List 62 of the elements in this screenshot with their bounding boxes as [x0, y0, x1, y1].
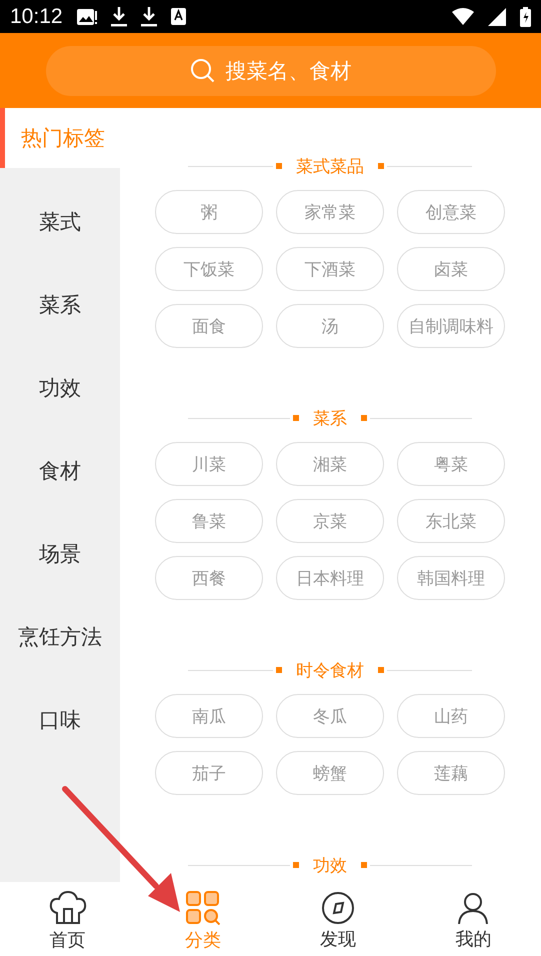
bullet-icon	[378, 667, 384, 673]
chef-hat-icon	[48, 890, 88, 924]
tag-chip[interactable]: 家常菜	[276, 190, 384, 234]
bullet-icon	[276, 667, 282, 673]
tag-chip[interactable]: 螃蟹	[276, 751, 384, 795]
sidebar-item[interactable]: 场景	[0, 512, 120, 595]
image-icon	[76, 8, 97, 26]
bullet-icon	[378, 163, 384, 169]
tag-chip[interactable]: 茄子	[155, 751, 263, 795]
tag-chip[interactable]: 粤菜	[397, 442, 505, 486]
person-icon	[457, 892, 490, 924]
search-field[interactable]: 搜菜名、食材	[46, 46, 496, 96]
tag-chip[interactable]: 山药	[397, 694, 505, 738]
keyboard-icon	[170, 8, 186, 25]
tag-chip[interactable]: 下饭菜	[155, 247, 263, 291]
download-icon	[140, 6, 157, 26]
tag-chip[interactable]: 湘菜	[276, 442, 384, 486]
section-title: 时令食材	[295, 660, 365, 682]
download-icon	[110, 6, 127, 26]
compass-icon	[322, 892, 354, 924]
tag-chip[interactable]: 鲁菜	[155, 499, 263, 543]
tag-chip[interactable]: 冬瓜	[276, 694, 384, 738]
nav-tab[interactable]: 首页	[0, 882, 136, 956]
section-title: 菜系	[312, 408, 348, 430]
tag-chip[interactable]: 京菜	[276, 499, 384, 543]
bullet-icon	[361, 862, 367, 868]
sidebar-item[interactable]: 口味	[0, 678, 120, 761]
search-icon	[190, 58, 216, 84]
tag-chip[interactable]: 面食	[155, 304, 263, 348]
tag-chip[interactable]: 莲藕	[397, 751, 505, 795]
tag-chip[interactable]: 下酒菜	[276, 247, 384, 291]
tag-chip[interactable]: 卤菜	[397, 247, 505, 291]
bullet-icon	[361, 415, 367, 421]
bullet-icon	[293, 415, 299, 421]
bullet-icon	[293, 862, 299, 868]
section-title: 菜式菜品	[295, 156, 365, 178]
sidebar-item[interactable]: 热门标签	[0, 108, 120, 168]
tag-chip[interactable]: 日本料理	[276, 556, 384, 600]
battery-icon	[520, 6, 531, 26]
nav-tab[interactable]: 发现	[270, 882, 406, 956]
section-title: 功效	[312, 854, 348, 876]
bullet-icon	[276, 163, 282, 169]
grid-search-icon	[186, 890, 220, 924]
tag-chip[interactable]: 西餐	[155, 556, 263, 600]
tag-chip[interactable]: 粥	[155, 190, 263, 234]
sidebar-item[interactable]: 菜系	[0, 263, 120, 346]
nav-tab[interactable]: 我的	[406, 882, 541, 956]
nav-tab[interactable]: 分类	[135, 882, 270, 956]
signal-icon	[488, 8, 506, 26]
sidebar-item[interactable]: 食材	[0, 429, 120, 512]
sidebar-item[interactable]: 菜式	[0, 180, 120, 263]
tag-chip[interactable]: 川菜	[155, 442, 263, 486]
tag-chip[interactable]: 东北菜	[397, 499, 505, 543]
tag-chip[interactable]: 韩国料理	[397, 556, 505, 600]
tag-chip[interactable]: 南瓜	[155, 694, 263, 738]
status-time: 10:12	[10, 4, 63, 28]
tag-chip[interactable]: 汤	[276, 304, 384, 348]
tag-chip[interactable]: 自制调味料	[397, 304, 505, 348]
sidebar-item[interactable]: 功效	[0, 346, 120, 429]
wifi-icon	[452, 8, 474, 25]
sidebar-item[interactable]: 烹饪方法	[0, 595, 120, 678]
tag-chip[interactable]: 创意菜	[397, 190, 505, 234]
